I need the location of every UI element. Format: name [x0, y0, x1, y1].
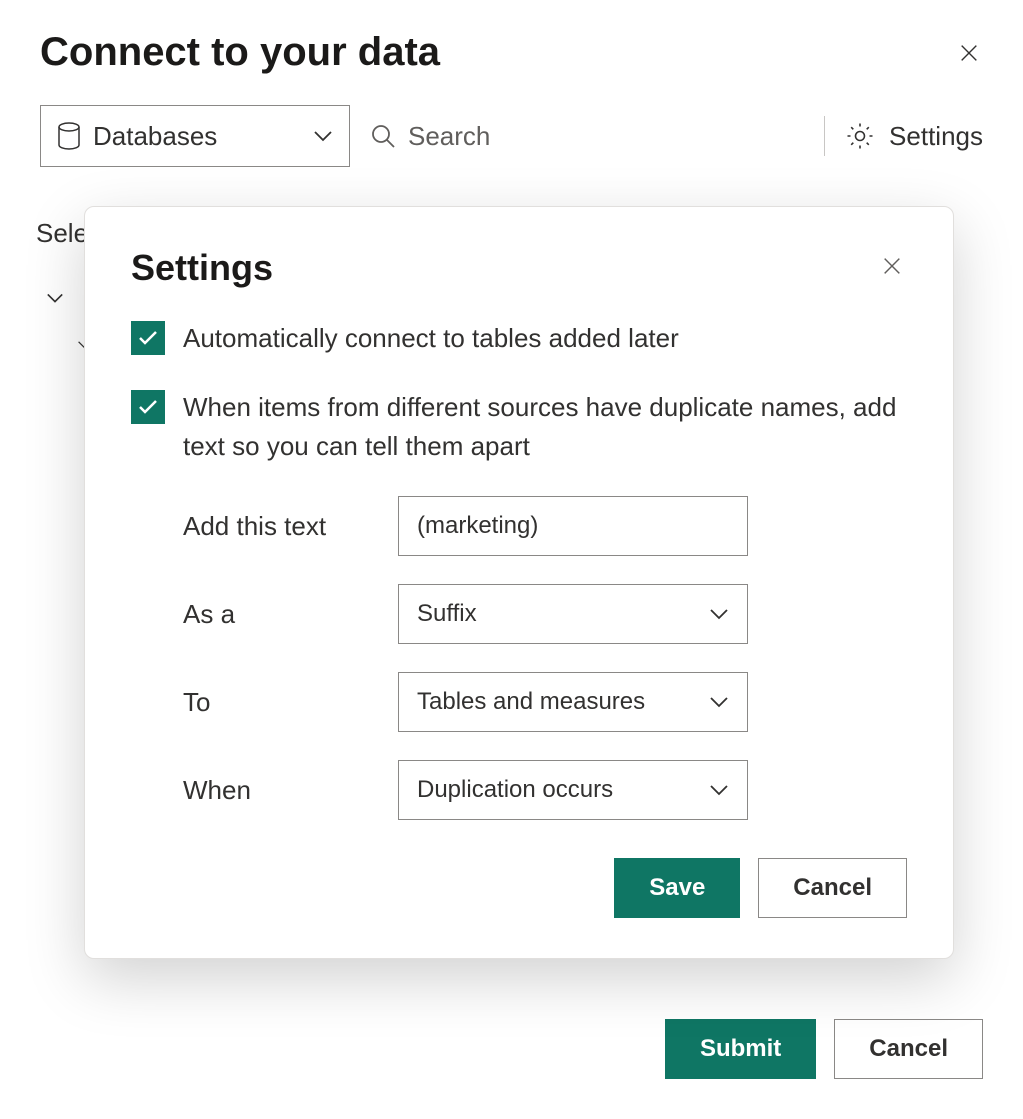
modal-close-button[interactable] [881, 255, 907, 281]
modal-cancel-button[interactable]: Cancel [758, 858, 907, 918]
when-row: When Duplication occurs [183, 760, 907, 820]
dropdown-value: Databases [93, 121, 217, 152]
check-icon [138, 330, 158, 346]
chevron-down-icon [313, 130, 333, 142]
auto-connect-checkbox[interactable] [131, 321, 165, 355]
modal-cancel-label: Cancel [793, 874, 872, 902]
vertical-divider [824, 116, 825, 156]
as-a-label: As a [183, 599, 398, 630]
save-label: Save [649, 874, 705, 902]
duplicate-form-section: Add this text As a Suffix To Tables and … [131, 496, 907, 820]
chevron-down-icon [709, 784, 729, 796]
settings-button[interactable]: Settings [845, 121, 983, 152]
submit-label: Submit [700, 1035, 781, 1063]
footer-row: Submit Cancel [665, 1019, 983, 1079]
duplicate-names-row: When items from different sources have d… [131, 388, 907, 466]
add-text-input[interactable] [398, 496, 748, 556]
as-a-row: As a Suffix [183, 584, 907, 644]
add-text-row: Add this text [183, 496, 907, 556]
chevron-down-icon [709, 608, 729, 620]
submit-button[interactable]: Submit [665, 1019, 816, 1079]
select-label-partial: Sele [36, 218, 88, 249]
search-icon [370, 123, 396, 149]
when-value: Duplication occurs [417, 776, 613, 804]
cancel-button[interactable]: Cancel [834, 1019, 983, 1079]
settings-label: Settings [889, 121, 983, 152]
dropdown-content: Databases [57, 121, 217, 152]
close-icon [881, 255, 903, 277]
auto-connect-label: Automatically connect to tables added la… [183, 319, 679, 358]
close-icon [958, 42, 980, 64]
database-icon [57, 122, 81, 150]
search-placeholder: Search [408, 121, 490, 152]
chevron-down-icon [709, 696, 729, 708]
settings-modal: Settings Automatically connect to tables… [84, 206, 954, 959]
auto-connect-row: Automatically connect to tables added la… [131, 319, 907, 358]
duplicate-names-label: When items from different sources have d… [183, 388, 907, 466]
modal-title: Settings [131, 247, 273, 289]
duplicate-names-checkbox[interactable] [131, 390, 165, 424]
connect-data-panel: Connect to your data Databases [0, 0, 1023, 1119]
chevron-down-icon[interactable] [46, 292, 64, 304]
cancel-label: Cancel [869, 1035, 948, 1063]
when-select[interactable]: Duplication occurs [398, 760, 748, 820]
source-type-dropdown[interactable]: Databases [40, 105, 350, 167]
add-text-label: Add this text [183, 511, 398, 542]
close-button[interactable] [955, 39, 983, 67]
to-value: Tables and measures [417, 688, 645, 716]
to-label: To [183, 687, 398, 718]
toolbar-row: Databases Search Settings [40, 105, 983, 167]
as-a-select[interactable]: Suffix [398, 584, 748, 644]
save-button[interactable]: Save [614, 858, 740, 918]
modal-header: Settings [131, 247, 907, 289]
gear-icon [845, 121, 875, 151]
check-icon [138, 399, 158, 415]
as-a-value: Suffix [417, 600, 477, 628]
header-row: Connect to your data [40, 30, 983, 75]
page-title: Connect to your data [40, 30, 440, 75]
to-row: To Tables and measures [183, 672, 907, 732]
search-area[interactable]: Search [370, 121, 804, 152]
to-select[interactable]: Tables and measures [398, 672, 748, 732]
modal-footer: Save Cancel [131, 858, 907, 918]
when-label: When [183, 775, 398, 806]
